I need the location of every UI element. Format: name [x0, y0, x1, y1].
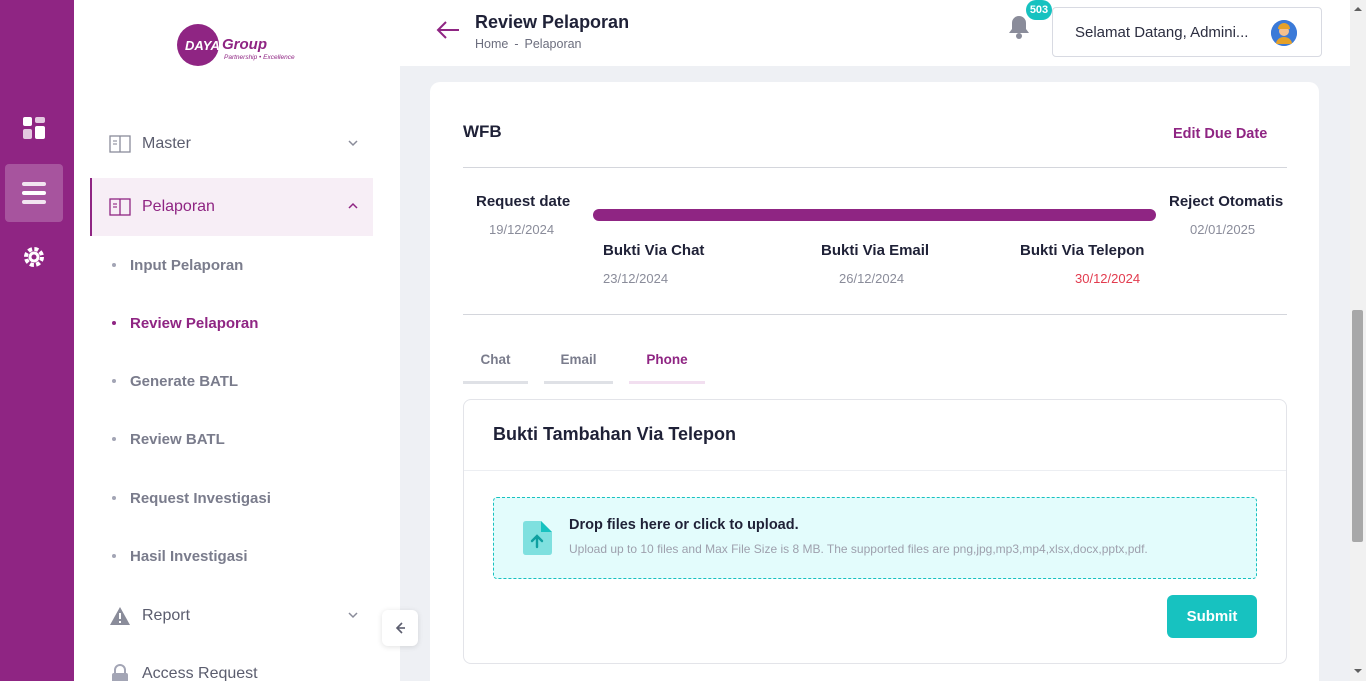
timeline-step-label: Bukti Via Chat: [603, 242, 705, 259]
timeline-progress-bar: [593, 209, 1156, 221]
icon-rail: [0, 0, 74, 681]
chevron-down-icon: [348, 140, 358, 147]
sidebar-subitem-label: Request Investigasi: [130, 489, 271, 507]
dashboard-rail-button[interactable]: [5, 99, 63, 157]
timeline-start-label: Request date: [476, 193, 571, 210]
timeline-end-label: Reject Otomatis: [1169, 193, 1284, 210]
page-title: Review Pelaporan: [475, 12, 630, 32]
timeline-end-date: 02/01/2025: [1190, 222, 1256, 237]
timeline-step-date-overdue: 30/12/2024: [1075, 271, 1141, 286]
report-title: WFB: [463, 122, 502, 141]
warning-icon: [110, 607, 130, 625]
sidebar-item-access-request[interactable]: Access Request: [90, 645, 373, 681]
sidebar-item-label: Report: [142, 607, 191, 624]
divider: [464, 470, 1286, 471]
phone-evidence-panel: Bukti Tambahan Via Telepon Drop files he…: [463, 399, 1287, 664]
sidebar-subitem-label: Review BATL: [130, 430, 225, 448]
book-icon: [109, 198, 131, 216]
report-card: WFB Edit Due Date Request date 19/12/202…: [430, 82, 1319, 681]
menu-list-icon: [22, 182, 46, 204]
sidebar-subitem-label: Input Pelaporan: [130, 256, 244, 274]
edit-due-date-link[interactable]: Edit Due Date: [1173, 126, 1267, 142]
top-bar: Review Pelaporan Home - Pelaporan 503 Se…: [400, 0, 1350, 66]
file-upload-icon: [523, 521, 552, 555]
tab-chat[interactable]: Chat: [463, 352, 528, 384]
chevron-down-icon: [348, 612, 358, 619]
file-upload-dropzone[interactable]: Drop files here or click to upload. Uplo…: [493, 497, 1257, 579]
sidebar-subitem-label: Generate BATL: [130, 372, 239, 390]
panel-title: Bukti Tambahan Via Telepon: [493, 424, 737, 444]
sidebar: DAYA Group Partnership • Excellence Mast…: [74, 0, 400, 681]
sidebar-subitem-hasil-investigasi[interactable]: Hasil Investigasi: [112, 544, 248, 568]
timeline-step-label: Bukti Via Telepon: [1020, 242, 1145, 259]
sidebar-item-pelaporan[interactable]: Pelaporan: [90, 178, 373, 236]
sidebar-subitem-review-pelaporan[interactable]: Review Pelaporan: [112, 311, 258, 335]
timeline-step-date: 23/12/2024: [603, 271, 669, 286]
tab-email[interactable]: Email: [544, 352, 613, 384]
notification-count-badge: 503: [1026, 0, 1052, 20]
bullet-dot: [112, 321, 116, 325]
scroll-up-arrow-icon[interactable]: [1350, 2, 1366, 16]
divider: [463, 314, 1287, 315]
user-menu[interactable]: Selamat Datang, Admini...: [1052, 7, 1322, 57]
bullet-dot: [112, 437, 116, 441]
settings-rail-button[interactable]: [5, 228, 63, 286]
submit-button[interactable]: Submit: [1167, 595, 1257, 638]
bullet-dot: [112, 496, 116, 500]
scroll-down-arrow-icon[interactable]: [1350, 664, 1366, 678]
settings-gear-icon: [24, 247, 44, 267]
dropzone-hint: Upload up to 10 files and Max File Size …: [569, 542, 1148, 556]
back-arrow-icon[interactable]: [436, 20, 460, 40]
breadcrumb-pelaporan[interactable]: Pelaporan: [525, 37, 582, 51]
bullet-dot: [112, 554, 116, 558]
svg-text:Partnership • Excellence: Partnership • Excellence: [224, 54, 295, 61]
book-icon: [109, 135, 131, 153]
timeline-step-label: Bukti Via Email: [821, 242, 930, 259]
dropzone-title: Drop files here or click to upload.: [569, 517, 799, 533]
svg-text:DAYA: DAYA: [185, 38, 220, 53]
sidebar-subitem-generate-batl[interactable]: Generate BATL: [112, 369, 238, 393]
sidebar-subitem-label: Review Pelaporan: [130, 314, 259, 332]
svg-text:Group: Group: [222, 36, 267, 53]
welcome-text: Selamat Datang, Admini...: [1075, 24, 1249, 41]
dashboard-icon: [23, 117, 45, 139]
divider: [463, 167, 1287, 168]
bullet-dot: [112, 379, 116, 383]
collapse-sidebar-button[interactable]: [382, 610, 418, 646]
sidebar-item-master[interactable]: Master: [90, 115, 373, 173]
chevron-up-icon: [348, 202, 358, 209]
sidebar-item-label: Master: [142, 135, 191, 152]
sidebar-subitem-label: Hasil Investigasi: [130, 547, 248, 565]
sidebar-subitem-review-batl[interactable]: Review BATL: [112, 427, 225, 451]
avatar: [1271, 20, 1297, 46]
breadcrumb: Home - Pelaporan: [475, 37, 582, 51]
sidebar-item-label: Pelaporan: [142, 198, 215, 215]
sidebar-item-label: Access Request: [142, 665, 258, 681]
breadcrumb-separator: -: [514, 37, 519, 51]
lock-icon: [112, 664, 128, 681]
timeline-start-date: 19/12/2024: [489, 222, 555, 237]
scrollbar-thumb[interactable]: [1352, 310, 1363, 542]
bullet-dot: [112, 263, 116, 267]
sidebar-subitem-input-pelaporan[interactable]: Input Pelaporan: [112, 253, 243, 277]
breadcrumb-home[interactable]: Home: [475, 37, 508, 51]
sidebar-subitem-request-investigasi[interactable]: Request Investigasi: [112, 486, 271, 510]
tab-phone[interactable]: Phone: [629, 352, 705, 384]
notification-bell-icon[interactable]: [1007, 14, 1031, 40]
menu-rail-button[interactable]: [5, 164, 63, 222]
sidebar-item-report[interactable]: Report: [90, 587, 373, 645]
timeline-step-date: 26/12/2024: [839, 271, 905, 286]
daya-group-logo[interactable]: DAYA Group Partnership • Excellence: [176, 20, 316, 70]
chevron-left-icon: [395, 622, 405, 634]
